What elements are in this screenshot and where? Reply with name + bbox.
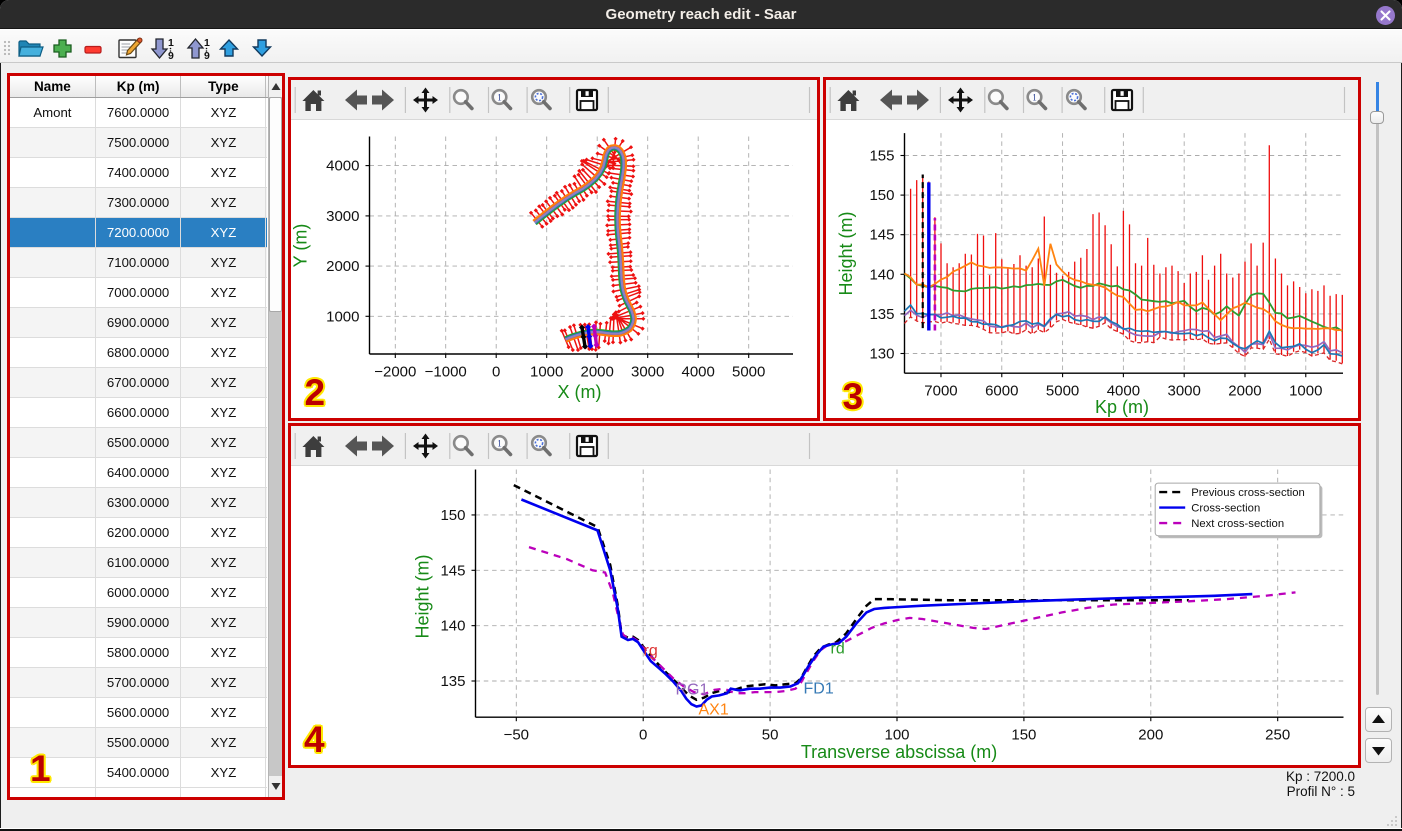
svg-text:4000: 4000 xyxy=(326,158,359,175)
svg-text:140: 140 xyxy=(869,266,894,283)
svg-text:135: 135 xyxy=(869,306,894,323)
svg-text:145: 145 xyxy=(440,562,465,579)
svg-text:1: 1 xyxy=(168,37,174,49)
svg-text:5000: 5000 xyxy=(1045,383,1078,400)
svg-text:9: 9 xyxy=(204,50,210,62)
svg-text:6000: 6000 xyxy=(985,383,1018,400)
svg-text:2000: 2000 xyxy=(581,364,614,381)
svg-text:RG1: RG1 xyxy=(676,682,709,699)
svg-text:Height (m): Height (m) xyxy=(413,554,433,638)
svg-text:0: 0 xyxy=(639,727,647,744)
svg-text:Kp (m): Kp (m) xyxy=(1095,397,1149,417)
svg-text:0: 0 xyxy=(492,364,500,381)
svg-text:Next cross-section: Next cross-section xyxy=(1191,518,1284,530)
svg-text:5000: 5000 xyxy=(732,364,765,381)
svg-text:200: 200 xyxy=(1138,727,1163,744)
svg-text:−2000: −2000 xyxy=(374,364,416,381)
svg-text:Cross-section: Cross-section xyxy=(1191,503,1260,515)
svg-text:−50: −50 xyxy=(504,727,529,744)
svg-text:250: 250 xyxy=(1265,727,1290,744)
svg-text:3000: 3000 xyxy=(631,364,664,381)
svg-text:Previous cross-section: Previous cross-section xyxy=(1191,487,1305,499)
svg-text:150: 150 xyxy=(440,507,465,524)
svg-text:1: 1 xyxy=(497,439,502,449)
svg-text:Transverse abscissa (m): Transverse abscissa (m) xyxy=(801,742,997,762)
svg-text:135: 135 xyxy=(440,673,465,690)
svg-text:1: 1 xyxy=(204,37,210,49)
svg-text:1000: 1000 xyxy=(1289,383,1322,400)
svg-text:FD1: FD1 xyxy=(804,681,834,698)
svg-text:130: 130 xyxy=(869,346,894,363)
svg-text:145: 145 xyxy=(869,227,894,244)
svg-text:−1000: −1000 xyxy=(425,364,467,381)
svg-text:50: 50 xyxy=(762,727,779,744)
svg-text:1000: 1000 xyxy=(530,364,563,381)
svg-text:AX1: AX1 xyxy=(699,702,729,719)
svg-text:150: 150 xyxy=(869,187,894,204)
svg-text:X (m): X (m) xyxy=(558,382,602,402)
svg-text:1: 1 xyxy=(497,93,502,103)
svg-text:2000: 2000 xyxy=(1228,383,1261,400)
svg-text:3000: 3000 xyxy=(326,208,359,225)
svg-text:155: 155 xyxy=(869,148,894,165)
svg-text:rd: rd xyxy=(831,641,845,658)
svg-text:1000: 1000 xyxy=(326,308,359,325)
svg-text:140: 140 xyxy=(440,618,465,635)
svg-text:150: 150 xyxy=(1011,727,1036,744)
svg-text:2000: 2000 xyxy=(326,258,359,275)
svg-text:rg: rg xyxy=(644,643,658,660)
svg-text:7000: 7000 xyxy=(924,383,957,400)
svg-text:Y (m): Y (m) xyxy=(291,224,311,268)
svg-text:1: 1 xyxy=(1032,93,1037,103)
svg-text:Height (m): Height (m) xyxy=(836,211,856,295)
svg-text:9: 9 xyxy=(168,50,174,62)
svg-text:3000: 3000 xyxy=(1167,383,1200,400)
svg-text:4000: 4000 xyxy=(682,364,715,381)
